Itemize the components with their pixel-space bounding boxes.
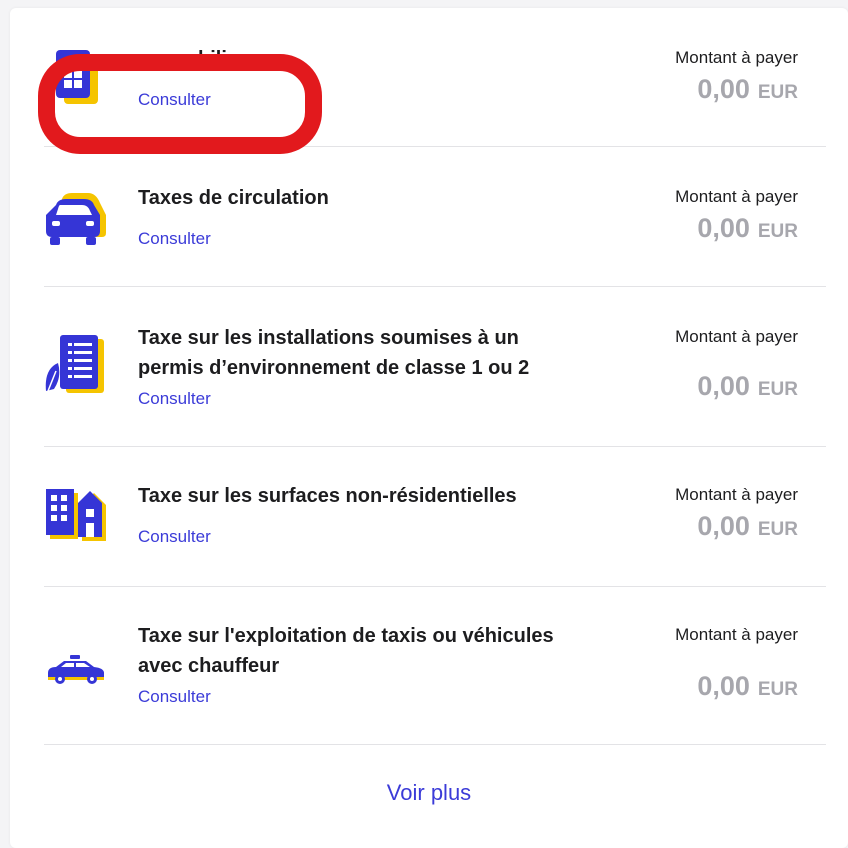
document-leaf-icon — [44, 333, 108, 397]
tax-row-property: …pr…bilier Consulter Montant à payer 0,0… — [44, 28, 826, 147]
tax-title: Taxe sur les installations soumises à un… — [138, 327, 530, 379]
amount-number: 0,00 — [697, 213, 750, 243]
amount-number: 0,00 — [697, 671, 750, 701]
amount-value: 0,00 EUR — [697, 371, 798, 402]
amount-value: 0,00 EUR — [697, 74, 798, 105]
amount-label: Montant à payer — [675, 485, 798, 504]
currency: EUR — [757, 221, 798, 242]
buildings-icon — [44, 483, 108, 547]
tax-title: Taxe sur les surfaces non-résidentielles — [138, 485, 517, 507]
car-icon — [44, 185, 108, 249]
currency: EUR — [757, 379, 798, 400]
tax-title: Taxes de circulation — [138, 187, 329, 209]
tax-list-card: …pr…bilier Consulter Montant à payer 0,0… — [10, 8, 848, 848]
tax-title: Taxe sur l'exploitation de taxis ou véhi… — [138, 625, 554, 677]
amount-value: 0,00 EUR — [697, 213, 798, 244]
amount-label: Montant à payer — [675, 48, 798, 67]
amount-label: Montant à payer — [675, 327, 798, 346]
consult-link[interactable]: Consulter — [138, 687, 211, 707]
amount-number: 0,00 — [697, 511, 750, 541]
currency: EUR — [757, 679, 798, 700]
tax-row-environment: Taxe sur les installations soumises à un… — [44, 287, 826, 447]
amount-value: 0,00 EUR — [697, 511, 798, 542]
amount-number: 0,00 — [697, 74, 750, 104]
amount-label: Montant à payer — [675, 187, 798, 206]
currency: EUR — [757, 519, 798, 540]
tax-row-taxis: Taxe sur l'exploitation de taxis ou véhi… — [44, 587, 826, 745]
tax-title: …pr…bilier — [138, 48, 246, 70]
taxi-icon — [44, 633, 108, 697]
consult-link[interactable]: Consulter — [138, 229, 211, 249]
consult-link[interactable]: Consulter — [138, 90, 211, 110]
tax-row-circulation: Taxes de circulation Consulter Montant à… — [44, 147, 826, 287]
amount-value: 0,00 EUR — [697, 671, 798, 702]
tax-row-surfaces: Taxe sur les surfaces non-résidentielles… — [44, 447, 826, 587]
consult-link[interactable]: Consulter — [138, 527, 211, 547]
consult-link[interactable]: Consulter — [138, 389, 211, 409]
see-more-link[interactable]: Voir plus — [10, 780, 848, 806]
building-icon — [44, 46, 108, 110]
currency: EUR — [757, 82, 798, 103]
amount-label: Montant à payer — [675, 625, 798, 644]
amount-number: 0,00 — [697, 371, 750, 401]
